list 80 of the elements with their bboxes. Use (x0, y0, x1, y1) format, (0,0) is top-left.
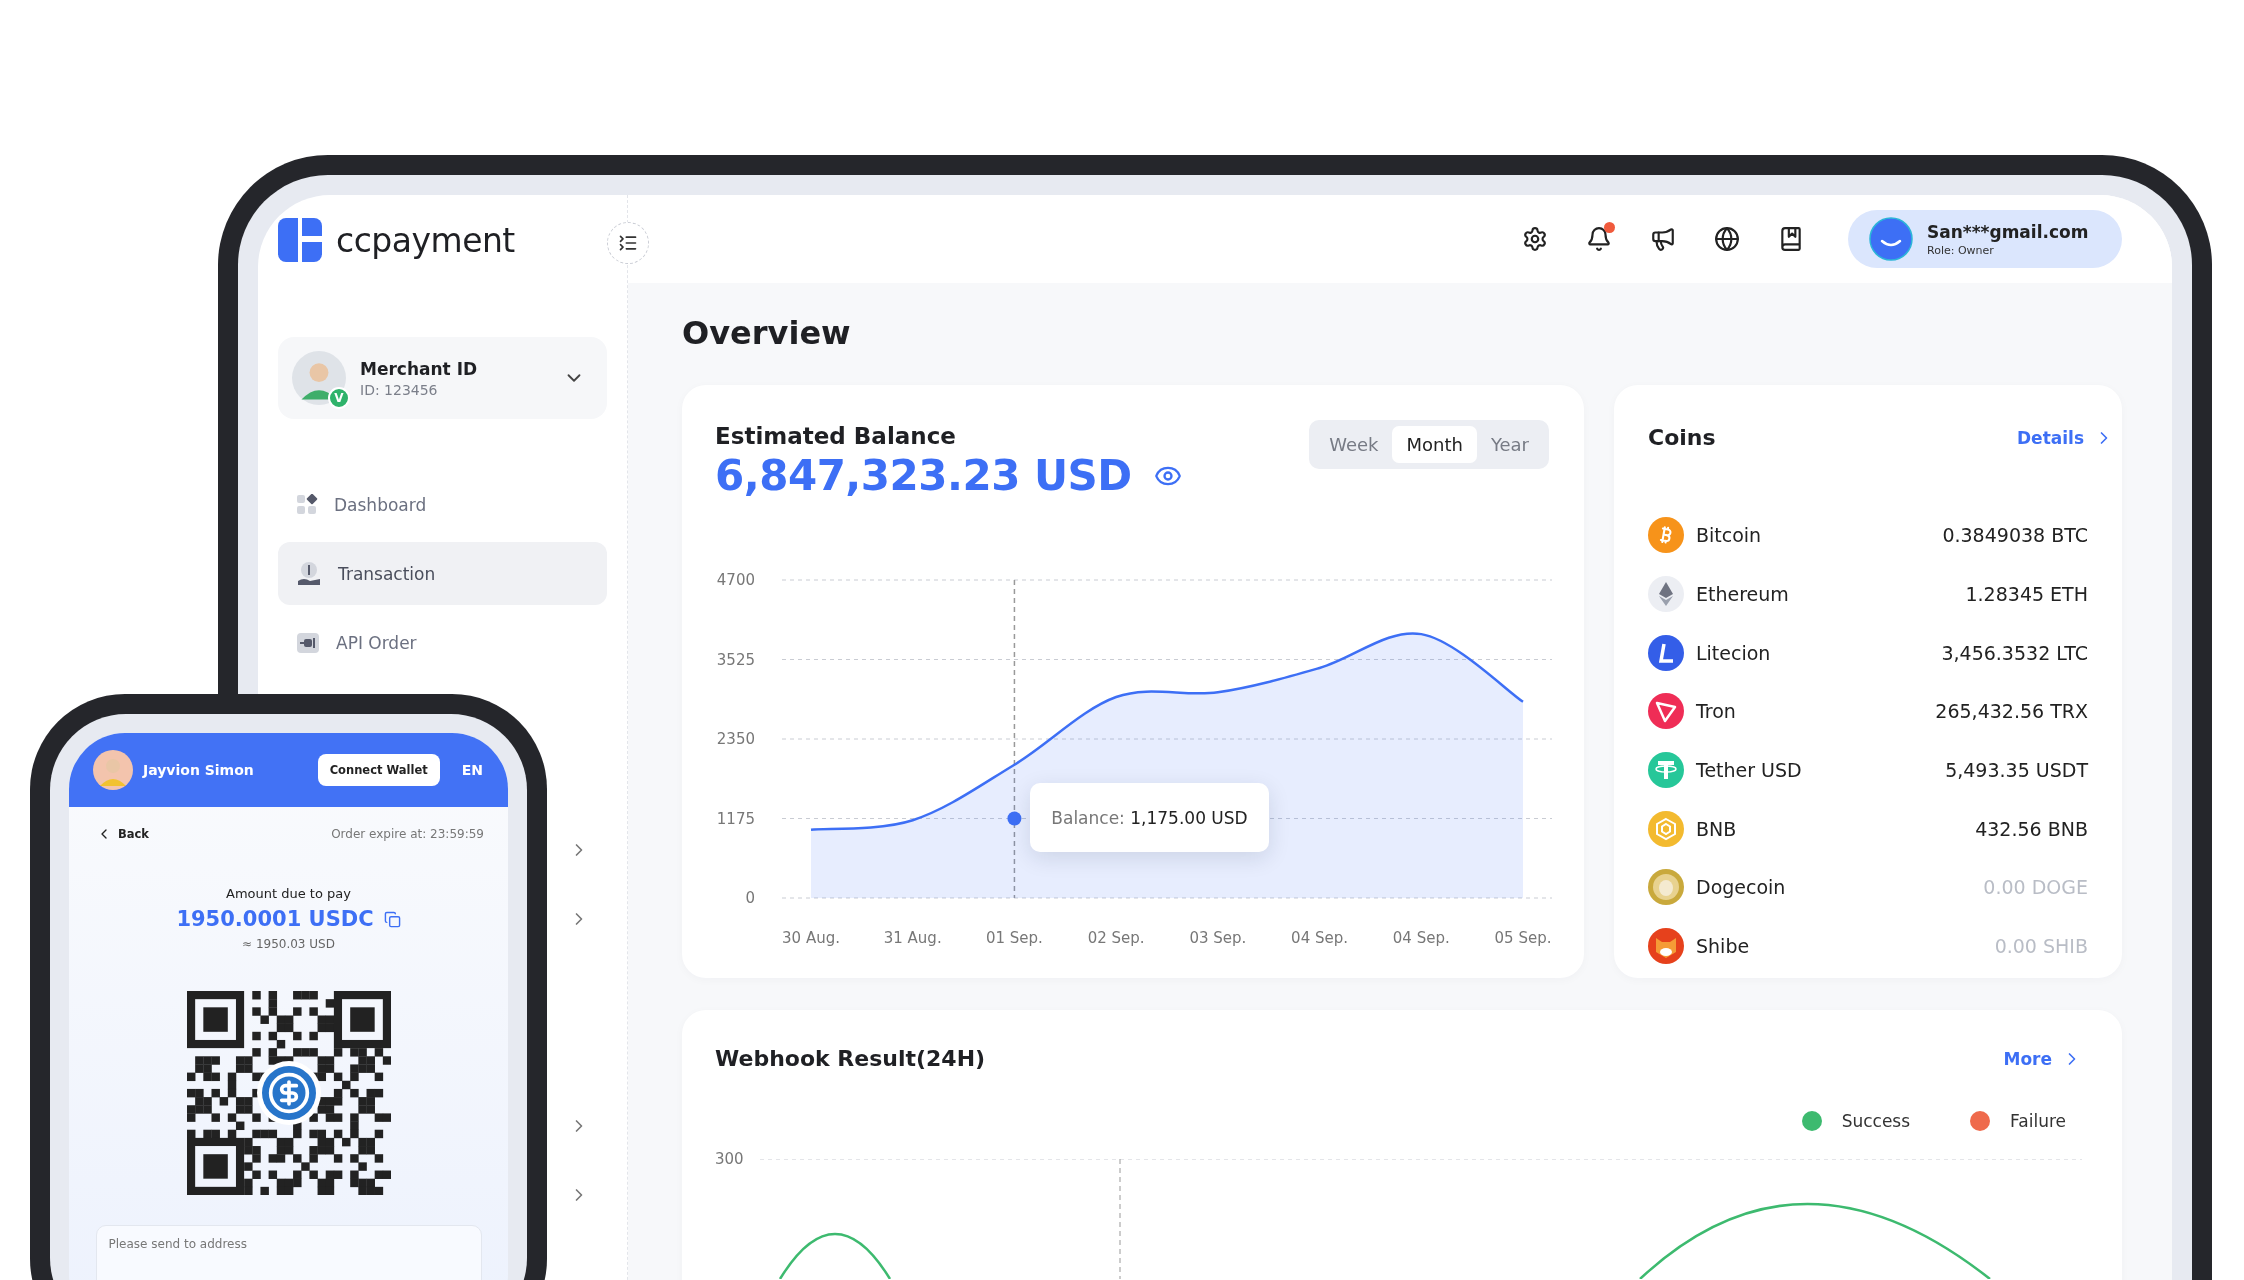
axis-label: 02 Sep. (1087, 929, 1145, 947)
merchant-selector[interactable]: V Merchant ID ID: 123456 (278, 337, 607, 419)
coin-name: BNB (1696, 817, 1738, 840)
axis-label: 300 (715, 1150, 745, 1170)
card-title: Webhook Result(24H) (715, 1046, 986, 1071)
period-tab[interactable]: Week (1315, 426, 1393, 463)
axis-label: 30 Aug. (782, 929, 840, 947)
grid-icon (296, 493, 318, 516)
coin-balance: 1.28345 ETH (1965, 583, 2088, 606)
balance-amount: 6,847,323.23 USD (715, 450, 1132, 502)
more-link[interactable]: More (2003, 1048, 2082, 1069)
language-code[interactable]: EN (461, 762, 483, 778)
plug-icon (296, 631, 320, 654)
usd-equivalent: ≈ 1950.03 USD (242, 937, 335, 951)
amount-due: 1950.0001 USDC (176, 907, 374, 931)
settings-icon[interactable] (1522, 226, 1548, 252)
coin-balance: 265,432.56 TRX (1935, 700, 2088, 723)
card-title: Coins (1648, 425, 1716, 450)
brand-name: ccpayment (336, 220, 515, 260)
verified-badge: V (328, 387, 350, 409)
avatar (93, 750, 133, 790)
coin-balance: 3,456.3532 LTC (1941, 641, 2088, 664)
coin-balance: 5,493.35 USDT (1945, 759, 2088, 782)
user-menu[interactable]: San***gmail.com Role: Owner (1848, 210, 2122, 268)
axis-label: 4700 (716, 571, 755, 589)
card-title: Estimated Balance (715, 423, 957, 449)
coin-name: Shibe (1696, 935, 1751, 958)
user-name: Jayvion Simon (143, 762, 255, 778)
avatar (292, 351, 346, 405)
axis-label: 1175 (716, 809, 755, 828)
coin-balance: 0.00 DOGE (1983, 876, 2088, 899)
nav-label: Dashboard (334, 494, 427, 515)
axis-label: 3525 (716, 650, 755, 669)
coin-name: Litecion (1696, 641, 1772, 664)
axis-label: 2350 (716, 730, 755, 748)
back-button[interactable]: Back (96, 826, 149, 842)
axis-label: 01 Sep. (986, 929, 1043, 947)
legend-label: Failure (2010, 1111, 2066, 1131)
expiry-text: Order expire at: 23:59:59 (331, 827, 484, 841)
coin-name: Ethereum (1696, 583, 1790, 606)
legend-label: Success (1841, 1111, 1911, 1131)
amount-label: Amount due to pay (226, 886, 351, 901)
period-tab[interactable]: Year (1476, 426, 1543, 463)
details-link[interactable]: Details (2017, 427, 2114, 448)
nav-item[interactable]: Transaction (278, 542, 607, 605)
nav-label: Transaction (338, 563, 436, 584)
coin-name: Tether USD (1696, 759, 1803, 782)
user-role: Role: Owner (1927, 243, 1995, 257)
period-tab[interactable]: Month (1392, 426, 1477, 463)
annotation: Balance: 1,175.00 USD (1051, 807, 1248, 828)
coin-name: Bitcoin (1696, 524, 1763, 547)
axis-label: 04 Sep. (1291, 929, 1348, 947)
axis-label: 04 Sep. (1392, 929, 1450, 947)
money-hand-icon (296, 560, 322, 587)
address-label: Please send to address (108, 1237, 247, 1251)
connect-wallet-button[interactable]: Connect Wallet (317, 754, 440, 786)
coin-name: Dogecoin (1696, 876, 1787, 899)
axis-label: 31 Aug. (883, 929, 942, 947)
user-email: San***gmail.com (1927, 221, 2089, 242)
logo-icon (278, 218, 322, 262)
globe-icon[interactable] (1714, 226, 1740, 252)
merchant-id: ID: 123456 (360, 381, 439, 398)
book-icon[interactable] (1778, 226, 1804, 252)
tooltip: Balance: 1,175.00 USD (1030, 783, 1269, 852)
axis-label: 05 Sep. (1494, 929, 1552, 947)
page-title: Overview (682, 313, 852, 354)
coin-balance: 0.00 SHIB (1994, 935, 2088, 958)
collapse-icon (618, 233, 638, 253)
coin-balance: 0.3849038 BTC (1942, 524, 2088, 547)
megaphone-icon[interactable] (1650, 226, 1676, 252)
coin-name: Tron (1696, 700, 1737, 723)
data-point (1007, 811, 1022, 826)
nav-label: API Order (336, 632, 417, 653)
axis-label: 03 Sep. (1189, 929, 1247, 947)
copy-icon[interactable] (383, 910, 401, 928)
address-field[interactable]: Please send to address (95, 1225, 482, 1280)
merchant-name: Merchant ID (360, 358, 479, 379)
smiley-avatar (1869, 217, 1913, 261)
coin-balance: 432.56 BNB (1975, 817, 2088, 840)
axis-label: 0 (745, 889, 755, 907)
